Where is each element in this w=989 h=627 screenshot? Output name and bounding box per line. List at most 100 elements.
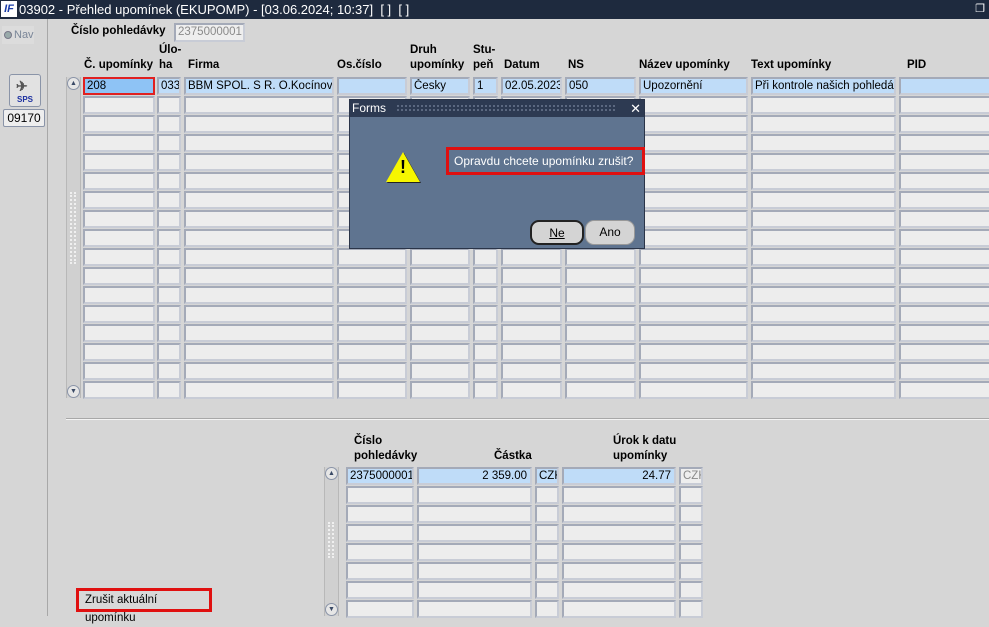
grid-cell[interactable] xyxy=(83,172,155,190)
grid-cell[interactable]: Česky xyxy=(410,77,470,95)
grid-cell[interactable] xyxy=(639,324,748,342)
grid-cell[interactable] xyxy=(157,134,181,152)
grid-cell[interactable] xyxy=(639,153,748,171)
grid-cell[interactable] xyxy=(184,115,334,133)
grid-cell[interactable] xyxy=(184,191,334,209)
grid-cell[interactable] xyxy=(899,248,989,266)
grid-cell[interactable] xyxy=(751,96,896,114)
grid-cell[interactable] xyxy=(184,362,334,380)
grid-cell[interactable]: 033 xyxy=(157,77,181,95)
grid-cell[interactable] xyxy=(535,486,559,504)
grid-cell[interactable] xyxy=(679,486,703,504)
grid-cell[interactable] xyxy=(501,362,562,380)
grid-cell[interactable] xyxy=(417,562,532,580)
grid-cell[interactable] xyxy=(899,96,989,114)
grid-cell[interactable]: 208 xyxy=(83,77,155,95)
close-icon[interactable]: ✕ xyxy=(630,100,641,117)
grid-cell[interactable] xyxy=(83,229,155,247)
grid-cell[interactable] xyxy=(184,248,334,266)
grid-cell[interactable] xyxy=(157,362,181,380)
grid-cell[interactable] xyxy=(562,524,676,542)
grid-cell[interactable] xyxy=(535,581,559,599)
grid-cell[interactable] xyxy=(535,562,559,580)
grid-cell[interactable] xyxy=(639,362,748,380)
sps-button[interactable]: ✈ SPS xyxy=(9,74,41,107)
grid-cell[interactable] xyxy=(83,267,155,285)
grid-cell[interactable] xyxy=(184,286,334,304)
grid-cell[interactable] xyxy=(410,248,470,266)
grid-cell[interactable] xyxy=(501,286,562,304)
code-field[interactable]: 09170 xyxy=(3,109,45,127)
grid-cell[interactable] xyxy=(473,248,498,266)
grid-cell[interactable] xyxy=(899,381,989,399)
grid-cell[interactable] xyxy=(565,381,636,399)
grid-cell[interactable] xyxy=(83,134,155,152)
grid-cell[interactable]: 02.05.2023 xyxy=(501,77,562,95)
grid-cell[interactable]: 1 xyxy=(473,77,498,95)
grid-cell[interactable] xyxy=(157,172,181,190)
grid-cell[interactable] xyxy=(346,600,414,618)
grid-cell[interactable] xyxy=(337,286,407,304)
grid-cell[interactable] xyxy=(501,305,562,323)
grid-cell[interactable] xyxy=(565,324,636,342)
grid-cell[interactable] xyxy=(337,362,407,380)
grid-cell[interactable] xyxy=(184,267,334,285)
grid-cell[interactable] xyxy=(501,324,562,342)
grid-cell[interactable] xyxy=(157,267,181,285)
grid-cell[interactable] xyxy=(157,286,181,304)
grid-cell[interactable] xyxy=(751,305,896,323)
grid-cell[interactable] xyxy=(473,267,498,285)
grid-cell[interactable] xyxy=(337,248,407,266)
grid-cell[interactable] xyxy=(417,543,532,561)
grid-cell[interactable] xyxy=(565,305,636,323)
grid-cell[interactable] xyxy=(751,153,896,171)
grid-cell[interactable] xyxy=(565,248,636,266)
grid-cell[interactable] xyxy=(410,381,470,399)
grid-cell[interactable] xyxy=(83,305,155,323)
grid-cell[interactable] xyxy=(417,505,532,523)
grid-cell[interactable] xyxy=(639,172,748,190)
grid-cell[interactable] xyxy=(639,191,748,209)
grid-cell[interactable]: CZK xyxy=(535,467,559,485)
grid-cell[interactable] xyxy=(157,115,181,133)
grid-cell[interactable]: 24.77 xyxy=(562,467,676,485)
grid-cell[interactable] xyxy=(639,96,748,114)
grid-cell[interactable] xyxy=(157,248,181,266)
scroll-grip[interactable] xyxy=(328,522,334,558)
grid-cell[interactable] xyxy=(535,600,559,618)
grid-cell[interactable] xyxy=(899,210,989,228)
grid-cell[interactable] xyxy=(751,210,896,228)
grid-cell[interactable] xyxy=(157,153,181,171)
grid-cell[interactable] xyxy=(157,305,181,323)
grid-cell[interactable] xyxy=(157,191,181,209)
grid-cell[interactable] xyxy=(899,267,989,285)
grid-cell[interactable] xyxy=(751,343,896,361)
grid-cell[interactable] xyxy=(184,210,334,228)
grid-cell[interactable] xyxy=(751,248,896,266)
grid-cell[interactable] xyxy=(83,343,155,361)
grid-cell[interactable] xyxy=(184,229,334,247)
grid-cell[interactable] xyxy=(639,134,748,152)
grid-cell[interactable] xyxy=(184,96,334,114)
grid-cell[interactable] xyxy=(639,305,748,323)
grid-cell[interactable] xyxy=(417,581,532,599)
grid-cell[interactable] xyxy=(562,543,676,561)
grid-cell[interactable] xyxy=(473,343,498,361)
grid-cell[interactable] xyxy=(184,324,334,342)
grid-cell[interactable] xyxy=(501,267,562,285)
grid-cell[interactable] xyxy=(751,134,896,152)
grid-cell[interactable] xyxy=(899,343,989,361)
grid-cell[interactable] xyxy=(899,286,989,304)
grid-cell[interactable] xyxy=(899,153,989,171)
grid-cell[interactable] xyxy=(410,267,470,285)
grid-cell[interactable] xyxy=(899,324,989,342)
grid-cell[interactable] xyxy=(899,77,989,95)
grid-cell[interactable] xyxy=(83,248,155,266)
grid-cell[interactable] xyxy=(562,505,676,523)
grid-cell[interactable] xyxy=(184,381,334,399)
grid-cell[interactable] xyxy=(157,324,181,342)
grid-cell[interactable] xyxy=(410,362,470,380)
grid-cell[interactable] xyxy=(899,229,989,247)
grid-cell[interactable]: CZK xyxy=(679,467,703,485)
grid-cell[interactable] xyxy=(473,362,498,380)
